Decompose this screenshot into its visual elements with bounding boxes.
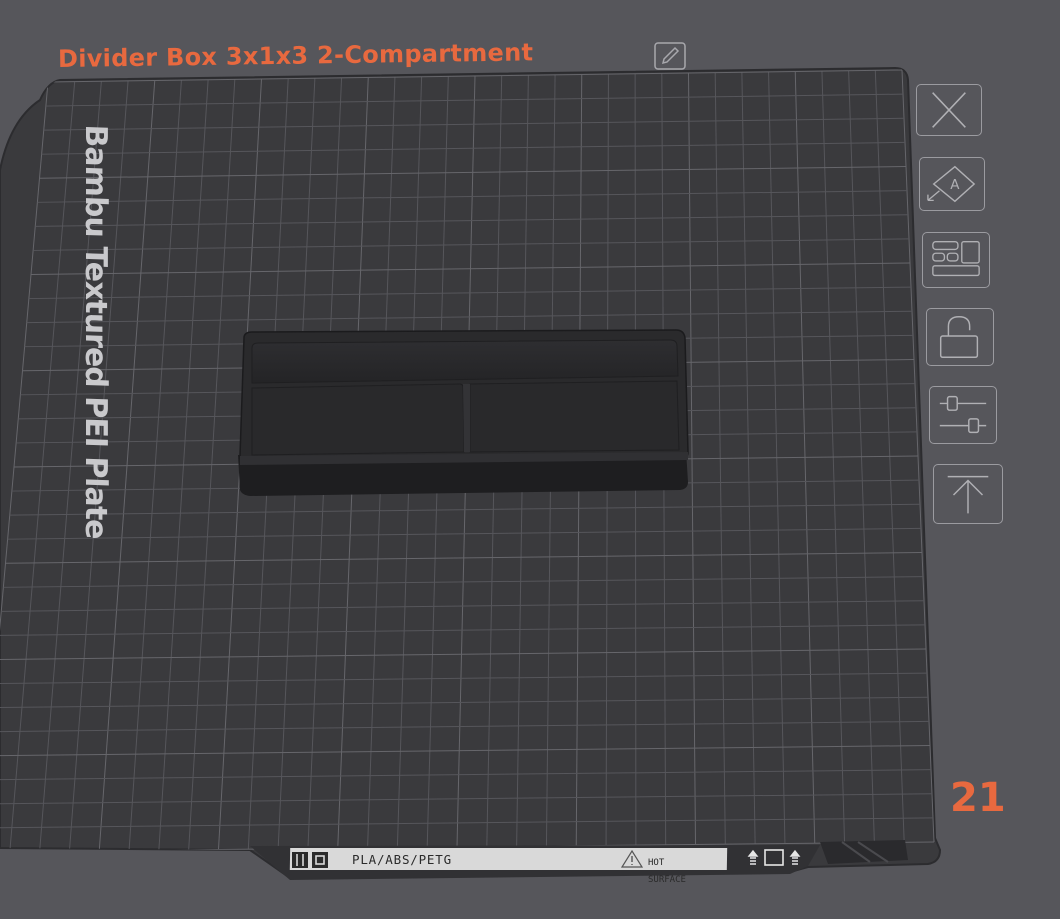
filament-types: PLA/ABS/PETG (352, 852, 452, 867)
arrow-up-icon (947, 475, 989, 514)
svg-text:A: A (950, 177, 960, 193)
print-orientation-icon (747, 849, 801, 866)
sliders-icon (939, 395, 987, 434)
arrange-icon (932, 241, 980, 277)
move-to-top-button[interactable] (933, 464, 1003, 524)
unlock-icon (939, 315, 979, 358)
divider-box-model (238, 329, 689, 496)
close-icon (932, 92, 966, 128)
hot-label: HOT (648, 857, 665, 868)
plate-tab-notch (820, 840, 908, 864)
hot-surface-warning: HOT SURFACE (648, 850, 718, 884)
bambu-logo-icon (292, 852, 328, 868)
pencil-icon[interactable] (654, 42, 686, 70)
warning-triangle-icon (620, 849, 644, 868)
lock-plate-button[interactable] (926, 308, 994, 366)
auto-orient-icon: A (927, 165, 976, 203)
plate-type-label: Bambu Textured PEI Plate (78, 124, 113, 540)
close-plate-button[interactable] (916, 84, 982, 136)
plate-settings-button[interactable] (929, 386, 997, 444)
surface-label: SURFACE (648, 874, 686, 885)
auto-orient-button[interactable]: A (919, 157, 985, 211)
build-plate-canvas (0, 66, 942, 880)
viewport-3d[interactable]: Divider Box 3x1x3 2-Compartment Bambu Te… (0, 0, 1060, 919)
plate-number: 21 (950, 775, 1006, 821)
arrange-button[interactable] (922, 232, 990, 288)
